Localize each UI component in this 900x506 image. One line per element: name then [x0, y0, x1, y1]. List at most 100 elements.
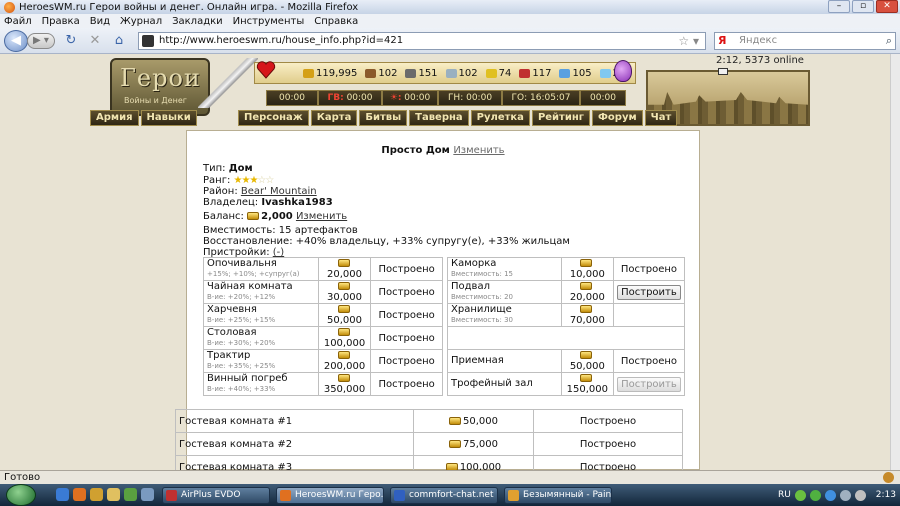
start-button[interactable] [6, 484, 36, 506]
forward-button[interactable]: ▶ ▾ [27, 33, 55, 49]
house-type: Дом [228, 163, 253, 174]
guest-room-status: Построено [533, 409, 683, 433]
page-scrollbar[interactable] [890, 54, 900, 470]
change-balance-link[interactable]: Изменить [296, 211, 347, 222]
tray-icon-2[interactable] [809, 489, 821, 501]
nav-map[interactable]: Карта [310, 110, 358, 126]
tray-icon-3[interactable] [824, 489, 836, 501]
nav-forum[interactable]: Форум [592, 110, 643, 126]
resources-bar: 119,995 102 151 102 74 117 105 23 [254, 62, 636, 84]
maximize-button[interactable]: ▫ [852, 0, 874, 13]
building-row: Подвал Вместимость: 20 20,000 Построить [447, 280, 686, 304]
reload-button[interactable]: ↻ [64, 34, 78, 48]
home-icon: ⌂ [114, 33, 124, 48]
menu-tools[interactable]: Инструменты [233, 16, 305, 27]
building-price-cell: 20,000 [317, 257, 372, 281]
close-button[interactable]: ✕ [876, 0, 898, 13]
arrow-right-icon: ▶ ▾ [33, 35, 49, 46]
show-desktop-icon[interactable] [141, 488, 154, 501]
guest-room-price: 75,000 [413, 432, 534, 456]
gold-icon [580, 305, 593, 313]
task-firefox[interactable]: HeroesWM.ru Геро... [276, 487, 384, 504]
guest-room-row: Гостевая комната #3 100,000 Построено [175, 455, 683, 470]
district-link[interactable]: Bear' Mountain [241, 186, 317, 197]
menu-view[interactable]: Вид [90, 16, 110, 27]
menu-file[interactable]: Файл [4, 16, 32, 27]
mail-launch-icon[interactable] [90, 488, 103, 501]
mana-potion-icon[interactable] [614, 60, 632, 82]
rename-house-link[interactable]: Изменить [453, 145, 504, 156]
game-logo[interactable]: Герои Войны и Денег [110, 58, 210, 116]
address-bar[interactable]: http://www.heroeswm.ru/house_info.php?id… [138, 32, 706, 50]
building-price-cell: 30,000 [317, 280, 372, 304]
stop-button[interactable]: ✕ [88, 34, 102, 48]
nav-roulette[interactable]: Рулетка [470, 110, 530, 126]
site-favicon-icon [142, 35, 154, 47]
task-commfort[interactable]: commfort-chat.net ... [390, 487, 498, 504]
network-icon[interactable] [839, 489, 851, 501]
owner-name[interactable]: Ivashka1983 [261, 197, 332, 208]
building-row: Харчевня В-ие: +25%; +15% 50,000 Построен… [203, 303, 443, 327]
mail-icon[interactable] [718, 67, 728, 75]
timer-gn[interactable]: ГН: 00:00 [438, 90, 502, 106]
home-button[interactable]: ⌂ [112, 34, 126, 48]
minimize-button[interactable]: – [828, 0, 850, 13]
ore-icon [405, 68, 417, 78]
nav-character[interactable]: Персонаж [238, 110, 309, 126]
search-field[interactable]: Я Яндекс ⌕ [714, 32, 896, 50]
gold-icon [580, 374, 593, 382]
firefox-launch-icon[interactable] [73, 488, 86, 501]
guest-room-name: Гостевая комната #1 [175, 409, 414, 433]
gold-icon [449, 439, 461, 448]
bookmark-star-icon[interactable]: ☆ ▾ [678, 33, 699, 49]
tray-icon-1[interactable] [794, 489, 806, 501]
gold-icon [247, 212, 260, 220]
task-paint[interactable]: Безымянный - Paint [504, 487, 612, 504]
nav-army[interactable]: Армия [90, 110, 139, 126]
timer-1[interactable]: 00:00 [266, 90, 318, 106]
timer-guild-war[interactable]: ГВ: 00:00 [318, 90, 382, 106]
mercury-icon [445, 68, 457, 78]
menu-bookmarks[interactable]: Закладки [172, 16, 223, 27]
search-icon[interactable]: ⌕ [886, 33, 892, 49]
gold-icon [580, 282, 593, 290]
guest-room-row: Гостевая комната #1 50,000 Построено [175, 409, 683, 433]
nav-battles[interactable]: Битвы [359, 110, 408, 126]
balance-value: 2,000 [261, 211, 293, 222]
ie-icon[interactable] [56, 488, 69, 501]
reload-icon: ↻ [65, 33, 77, 48]
menu-help[interactable]: Справка [314, 16, 358, 27]
building-name-cell: Трактир В-ие: +35%; +25% [203, 349, 319, 373]
language-indicator[interactable]: RU [778, 490, 791, 500]
left-buttons: Армия Навыки [90, 110, 197, 126]
volume-icon[interactable] [854, 489, 866, 501]
building-name-cell: Столовая В-ие: +30%; +20% [203, 326, 319, 350]
restore-text: Восстановление: +40% владельцу, +33% суп… [203, 236, 570, 247]
timer-go[interactable]: ГО: 16:05:07 [502, 90, 580, 106]
wood-icon [365, 68, 377, 78]
address-text: http://www.heroeswm.ru/house_info.php?id… [159, 35, 404, 46]
menu-edit[interactable]: Правка [42, 16, 80, 27]
health-heart-icon[interactable] [256, 60, 276, 80]
addon-icon[interactable] [883, 472, 894, 483]
resource-gold: 119,995 [303, 68, 357, 79]
media-launch-icon[interactable] [124, 488, 137, 501]
building-status-cell [612, 303, 686, 327]
building-status-cell: Построено [370, 349, 443, 373]
nav-skills[interactable]: Навыки [140, 110, 197, 126]
menu-history[interactable]: Журнал [120, 16, 162, 27]
system-tray: RU 2:13 [778, 484, 896, 506]
timer-6[interactable]: 00:00 [580, 90, 626, 106]
timer-sun[interactable]: ☀: 00:00 [382, 90, 438, 106]
diamond-icon [599, 68, 611, 78]
status-text: Готово [4, 472, 41, 483]
back-button[interactable]: ◀ [4, 30, 28, 52]
build-button[interactable]: Построить [616, 284, 681, 300]
building-name-cell: Харчевня В-ие: +25%; +15% [203, 303, 319, 327]
explorer-launch-icon[interactable] [107, 488, 120, 501]
nav-rating[interactable]: Рейтинг [531, 110, 590, 126]
game-header: Герои Войны и Денег 119,995 102 151 102 … [80, 54, 810, 130]
task-airplus[interactable]: AirPlus EVDO [162, 487, 270, 504]
nav-tavern[interactable]: Таверна [409, 110, 469, 126]
nav-chat[interactable]: Чат [644, 110, 678, 126]
